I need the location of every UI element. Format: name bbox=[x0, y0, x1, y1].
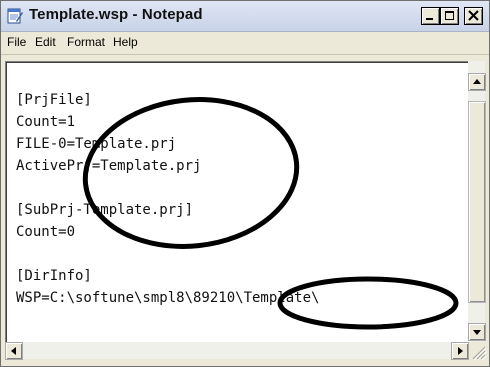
text-line: Count=0 bbox=[16, 224, 76, 240]
close-icon bbox=[468, 10, 479, 21]
vertical-scroll-thumb[interactable] bbox=[468, 101, 486, 303]
scroll-right-button[interactable] bbox=[451, 342, 469, 360]
horizontal-scrollbar[interactable] bbox=[5, 342, 469, 360]
menu-bar: File Edit Format Help bbox=[1, 32, 489, 55]
text-line: WSP=C:\softune\smpl8\89210\Template\ bbox=[16, 290, 320, 306]
close-button[interactable] bbox=[464, 7, 483, 25]
scroll-up-button[interactable] bbox=[468, 73, 486, 91]
text-line: ActivePrj=Template.prj bbox=[16, 158, 202, 174]
menu-help-label: Help bbox=[113, 35, 138, 49]
scroll-down-button[interactable] bbox=[468, 323, 486, 341]
menu-edit-label: Edit bbox=[35, 35, 56, 49]
arrow-up-icon bbox=[473, 79, 481, 84]
menu-help[interactable]: Help bbox=[113, 35, 138, 49]
text-line: [DirInfo] bbox=[16, 268, 92, 284]
maximize-button[interactable] bbox=[440, 7, 459, 25]
arrow-right-icon bbox=[458, 347, 463, 355]
notepad-window: Template.wsp - Notepad File Edit Format … bbox=[0, 0, 490, 367]
menu-edit[interactable]: Edit bbox=[35, 35, 56, 49]
resize-grip-icon[interactable] bbox=[469, 343, 487, 361]
minimize-button[interactable] bbox=[421, 7, 440, 25]
menu-file[interactable]: File bbox=[7, 35, 26, 49]
scroll-left-button[interactable] bbox=[5, 342, 23, 360]
text-line: [SubPrj-Template.prj] bbox=[16, 202, 194, 218]
minimize-icon bbox=[426, 18, 433, 20]
arrow-left-icon bbox=[11, 347, 16, 355]
arrow-down-icon bbox=[473, 330, 481, 335]
menu-file-label: File bbox=[7, 35, 27, 49]
text-line: [PrjFile] bbox=[16, 92, 92, 108]
menu-format-label: Format bbox=[67, 35, 106, 49]
menu-format[interactable]: Format bbox=[67, 35, 105, 49]
maximize-icon bbox=[445, 11, 454, 20]
text-editor[interactable]: [PrjFile] Count=1 FILE-0=Template.prj Ac… bbox=[5, 61, 469, 343]
title-bar[interactable]: Template.wsp - Notepad bbox=[1, 1, 489, 32]
notepad-icon[interactable] bbox=[6, 7, 24, 24]
text-line: FILE-0=Template.prj bbox=[16, 136, 177, 152]
window-title: Template.wsp - Notepad bbox=[29, 6, 203, 23]
vertical-scrollbar[interactable] bbox=[468, 61, 486, 342]
text-line: Count=1 bbox=[16, 114, 76, 130]
